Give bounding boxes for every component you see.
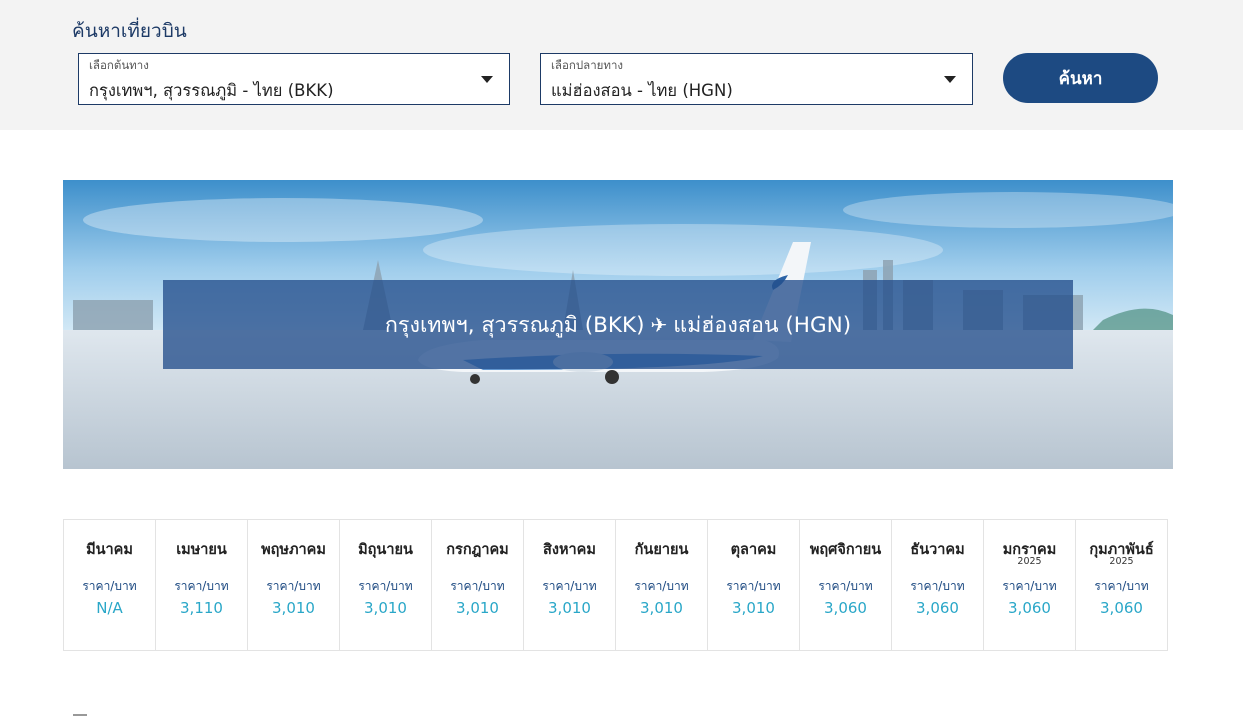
route-origin: กรุงเทพฯ, สุวรรณภูมิ (BKK) <box>384 312 645 338</box>
fare-unit-label: ราคา/บาท <box>1002 579 1057 593</box>
fare-month-card[interactable]: สิงหาคม ราคา/บาท 3,010 <box>524 519 616 651</box>
fare-month-year: 2025 <box>1017 556 1042 567</box>
hero-banner: กรุงเทพฯ, สุวรรณภูมิ (BKK) ✈ แม่ฮ่องสอน … <box>63 180 1173 469</box>
fare-unit-label: ราคา/บาท <box>174 579 229 593</box>
search-heading: ค้นหาเที่ยวบิน <box>72 20 187 42</box>
fare-month-card[interactable]: ตุลาคม ราคา/บาท 3,010 <box>708 519 800 651</box>
fare-unit-label: ราคา/บาท <box>1094 579 1149 593</box>
destination-select[interactable]: เลือกปลายทาง แม่ฮ่องสอน - ไทย (HGN) <box>540 53 973 105</box>
route-destination: แม่ฮ่องสอน (HGN) <box>673 312 852 338</box>
fare-price: 3,010 <box>364 599 407 617</box>
fare-month-card[interactable]: กรกฎาคม ราคา/บาท 3,010 <box>432 519 524 651</box>
fare-month-card[interactable]: พฤศจิกายน ราคา/บาท 3,060 <box>800 519 892 651</box>
fare-price: 3,060 <box>824 599 867 617</box>
fare-month-name: พฤษภาคม <box>261 542 326 558</box>
monthly-fare-table: มีนาคม ราคา/บาท N/A เมษายน ราคา/บาท 3,11… <box>63 519 1168 651</box>
fare-month-year: 2025 <box>1109 556 1134 567</box>
search-panel: ค้นหาเที่ยวบิน เลือกต้นทาง กรุงเทพฯ, สุว… <box>0 0 1243 130</box>
fare-unit-label: ราคา/บาท <box>266 579 321 593</box>
fare-unit-label: ราคา/บาท <box>450 579 505 593</box>
fare-unit-label: ราคา/บาท <box>726 579 781 593</box>
fare-unit-label: ราคา/บาท <box>82 579 137 593</box>
fare-price: 3,010 <box>272 599 315 617</box>
origin-select-label: เลือกต้นทาง <box>89 58 149 72</box>
fare-month-name: มิถุนายน <box>358 542 413 558</box>
fare-month-card[interactable]: พฤษภาคม ราคา/บาท 3,010 <box>248 519 340 651</box>
fare-price: 3,110 <box>180 599 223 617</box>
fare-month-name: ตุลาคม <box>730 542 777 558</box>
fare-unit-label: ราคา/บาท <box>358 579 413 593</box>
caret-down-icon <box>481 76 493 83</box>
fare-price: 3,010 <box>732 599 775 617</box>
caret-down-icon <box>944 76 956 83</box>
destination-select-value: แม่ฮ่องสอน - ไทย (HGN) <box>551 81 733 100</box>
fare-month-name: ธันวาคม <box>910 542 965 558</box>
fare-month-name: มีนาคม <box>86 542 133 558</box>
origin-select-value: กรุงเทพฯ, สุวรรณภูมิ - ไทย (BKK) <box>89 81 334 100</box>
fare-month-card[interactable]: กุมภาพันธ์ 2025 ราคา/บาท 3,060 <box>1076 519 1168 651</box>
fare-price: 3,010 <box>548 599 591 617</box>
fare-price: 3,060 <box>1100 599 1143 617</box>
route-banner: กรุงเทพฯ, สุวรรณภูมิ (BKK) ✈ แม่ฮ่องสอน … <box>163 280 1073 369</box>
fare-month-name: กรกฎาคม <box>446 542 509 558</box>
fare-month-name: เมษายน <box>176 542 227 558</box>
fare-month-card[interactable]: ธันวาคม ราคา/บาท 3,060 <box>892 519 984 651</box>
fare-month-card[interactable]: มีนาคม ราคา/บาท N/A <box>64 519 156 651</box>
destination-select-label: เลือกปลายทาง <box>551 58 624 72</box>
fare-price: 3,010 <box>456 599 499 617</box>
fare-month-card[interactable]: มกราคม 2025 ราคา/บาท 3,060 <box>984 519 1076 651</box>
fare-month-name: สิงหาคม <box>543 542 596 558</box>
fare-month-card[interactable]: มิถุนายน ราคา/บาท 3,010 <box>340 519 432 651</box>
fare-price: 3,060 <box>916 599 959 617</box>
origin-select[interactable]: เลือกต้นทาง กรุงเทพฯ, สุวรรณภูมิ - ไทย (… <box>78 53 510 105</box>
plane-icon: ✈ <box>650 312 668 337</box>
section-divider <box>73 714 87 716</box>
fare-month-card[interactable]: เมษายน ราคา/บาท 3,110 <box>156 519 248 651</box>
fare-month-name: พฤศจิกายน <box>809 542 882 558</box>
fare-unit-label: ราคา/บาท <box>910 579 965 593</box>
fare-month-name: กันยายน <box>634 542 689 558</box>
fare-unit-label: ราคา/บาท <box>634 579 689 593</box>
fare-unit-label: ราคา/บาท <box>542 579 597 593</box>
fare-price: N/A <box>96 599 123 617</box>
fare-unit-label: ราคา/บาท <box>818 579 873 593</box>
search-button[interactable]: ค้นหา <box>1003 53 1158 103</box>
fare-price: 3,010 <box>640 599 683 617</box>
fare-price: 3,060 <box>1008 599 1051 617</box>
fare-month-card[interactable]: กันยายน ราคา/บาท 3,010 <box>616 519 708 651</box>
